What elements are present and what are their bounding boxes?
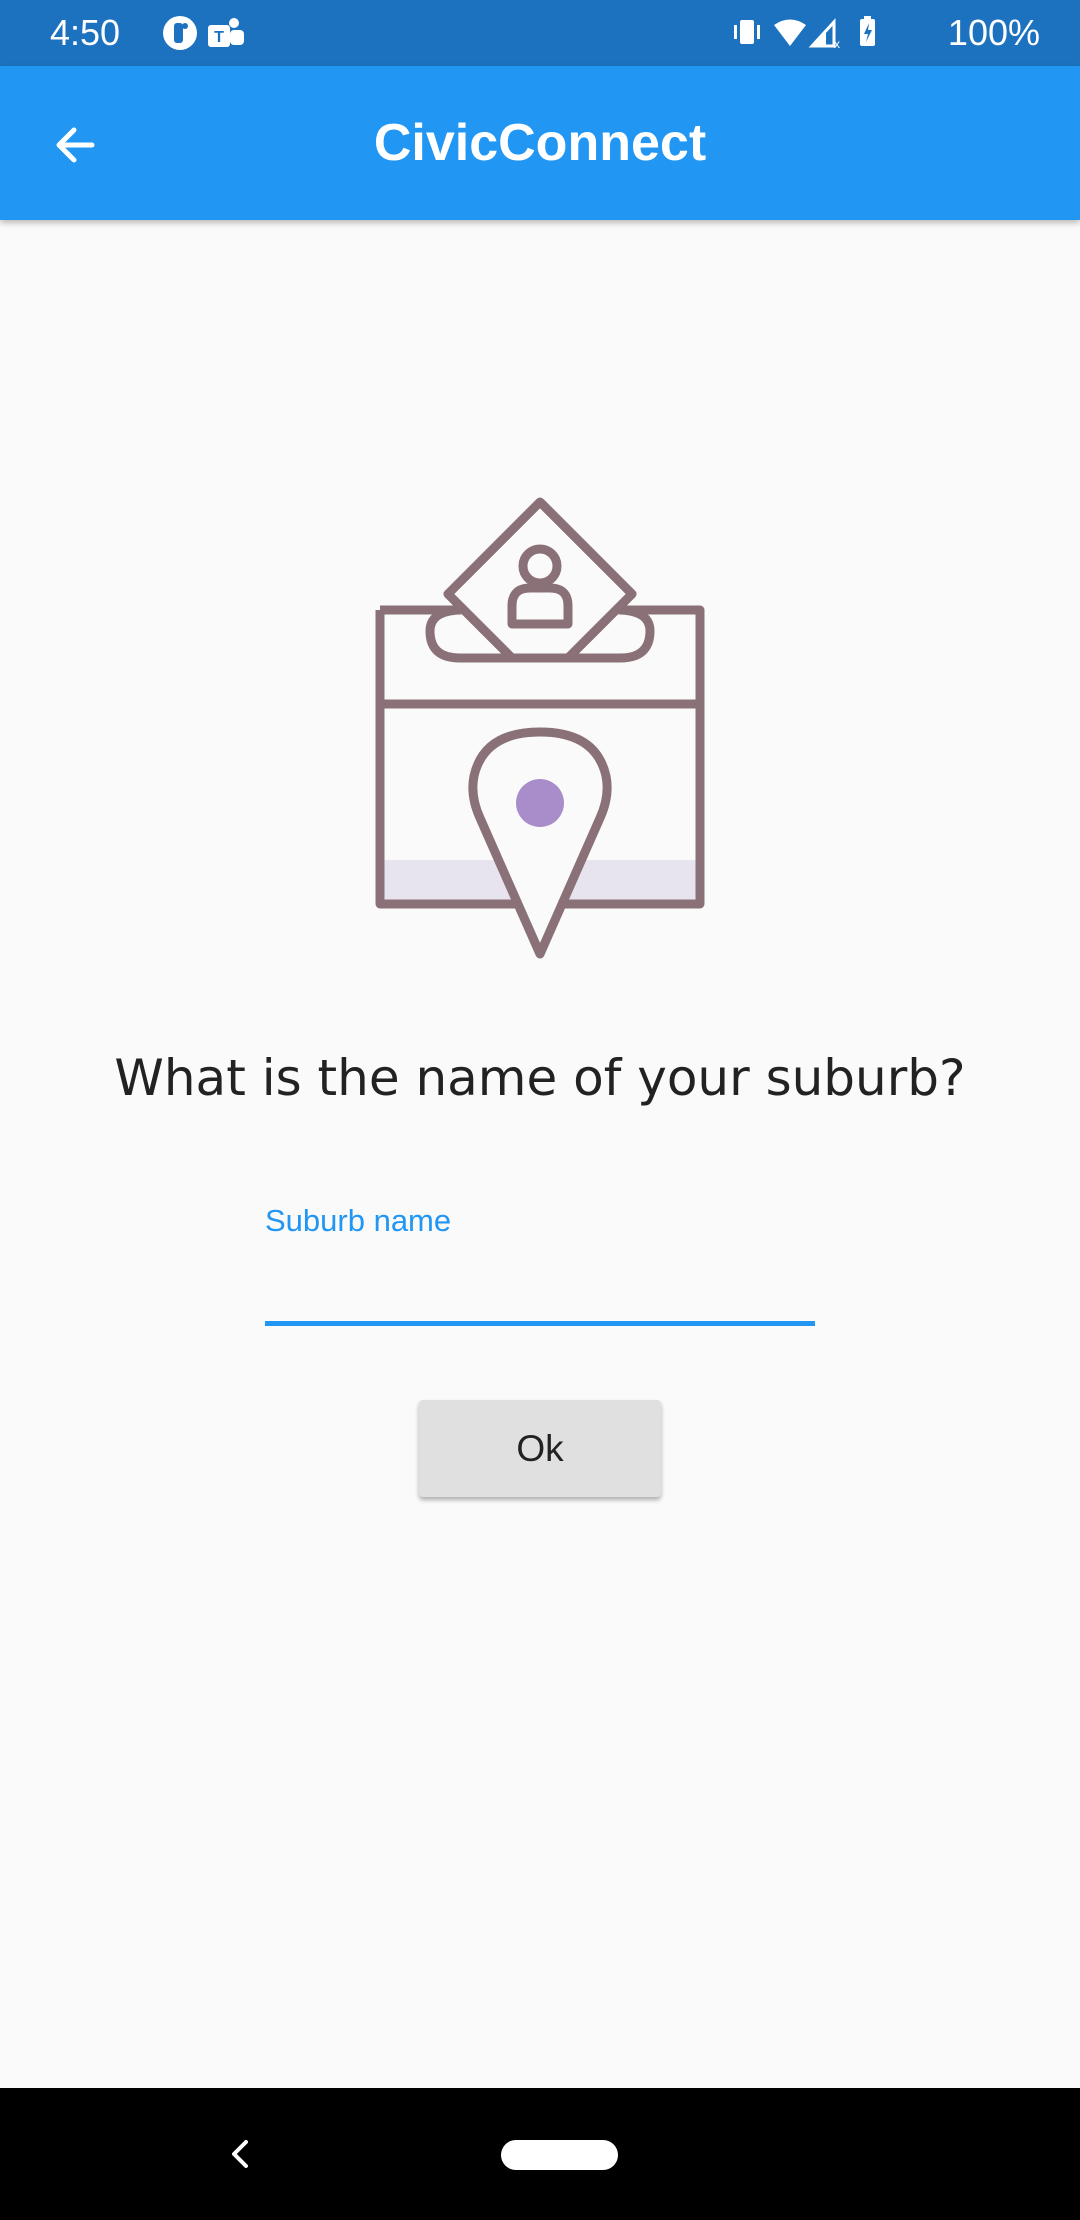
ballot-box-icon bbox=[375, 497, 705, 959]
suburb-name-field: Suburb name bbox=[265, 1196, 815, 1330]
nav-home-pill[interactable] bbox=[501, 2140, 618, 2170]
status-bar: 4:50 T x 100% bbox=[0, 0, 1080, 66]
suburb-name-underline bbox=[265, 1321, 815, 1326]
suburb-name-input[interactable] bbox=[265, 1254, 815, 1320]
app-title: CivicConnect bbox=[373, 114, 707, 172]
notification-icon bbox=[163, 16, 197, 50]
nav-back-button[interactable] bbox=[222, 2134, 258, 2174]
svg-text:x: x bbox=[834, 37, 840, 51]
svg-text:T: T bbox=[214, 29, 224, 46]
battery-percentage: 100% bbox=[947, 12, 1040, 53]
vibrate-icon bbox=[734, 20, 760, 44]
cell-signal-icon: x bbox=[808, 18, 840, 51]
nav-back-icon bbox=[232, 2140, 248, 2168]
ballot-box-location-illustration bbox=[370, 496, 710, 960]
battery-icon bbox=[860, 16, 875, 46]
notification-icons: T bbox=[163, 16, 244, 50]
navigation-bar bbox=[0, 2088, 1080, 2220]
system-icons: x bbox=[734, 16, 875, 51]
wifi-icon bbox=[774, 19, 806, 46]
status-time: 4:50 bbox=[50, 12, 121, 53]
status-left-icons: T bbox=[160, 13, 250, 58]
app-bar: CivicConnect bbox=[0, 66, 1080, 220]
teams-icon: T bbox=[208, 18, 244, 47]
ok-button[interactable]: Ok bbox=[419, 1400, 661, 1497]
suburb-question: What is the name of your suburb? bbox=[114, 1049, 966, 1107]
suburb-name-label: Suburb name bbox=[265, 1203, 452, 1238]
